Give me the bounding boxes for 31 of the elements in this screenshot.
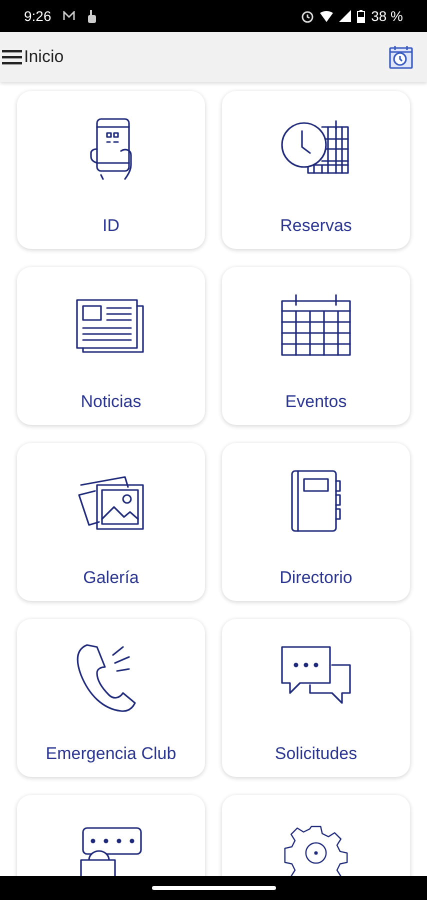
app-bar-title: Inicio bbox=[24, 46, 64, 68]
tile-label: Solicitudes bbox=[274, 743, 358, 765]
wifi-icon bbox=[320, 10, 334, 22]
tile-label: Directorio bbox=[280, 567, 352, 589]
menu-tile[interactable]: ID bbox=[17, 91, 205, 249]
menu-icon bbox=[2, 49, 22, 65]
status-time: 9:26 bbox=[24, 6, 52, 26]
tile-label: ID bbox=[102, 215, 120, 237]
menu-tile[interactable]: Emergencia Club bbox=[17, 619, 205, 777]
mail-icon bbox=[63, 11, 76, 21]
calendar-clock-icon bbox=[388, 44, 414, 70]
battery-icon bbox=[357, 10, 366, 22]
alarm-icon bbox=[301, 10, 314, 22]
menu-tile[interactable]: Noticias bbox=[17, 267, 205, 425]
tile-label: Reservas bbox=[280, 215, 352, 237]
battery-level: 38 % bbox=[371, 6, 403, 26]
calendar-clock-button[interactable] bbox=[387, 43, 415, 71]
tile-label: Eventos bbox=[285, 391, 347, 413]
tile-label: Galería bbox=[83, 567, 139, 589]
password-lock-icon bbox=[79, 826, 143, 876]
menu-tile[interactable]: Directorio bbox=[222, 443, 410, 601]
menu-tile[interactable]: Solicitudes bbox=[222, 619, 410, 777]
hand-icon bbox=[87, 10, 98, 22]
menu-tile[interactable]: Eventos bbox=[222, 267, 410, 425]
newspaper-icon bbox=[75, 296, 147, 354]
menu-tile[interactable]: Reservas bbox=[222, 91, 410, 249]
calendar-icon bbox=[280, 293, 352, 357]
menu-tile[interactable]: Galería bbox=[17, 443, 205, 601]
tile-label: Emergencia Club bbox=[46, 743, 176, 765]
tile-label: Noticias bbox=[80, 391, 142, 413]
signal-icon bbox=[339, 10, 352, 22]
